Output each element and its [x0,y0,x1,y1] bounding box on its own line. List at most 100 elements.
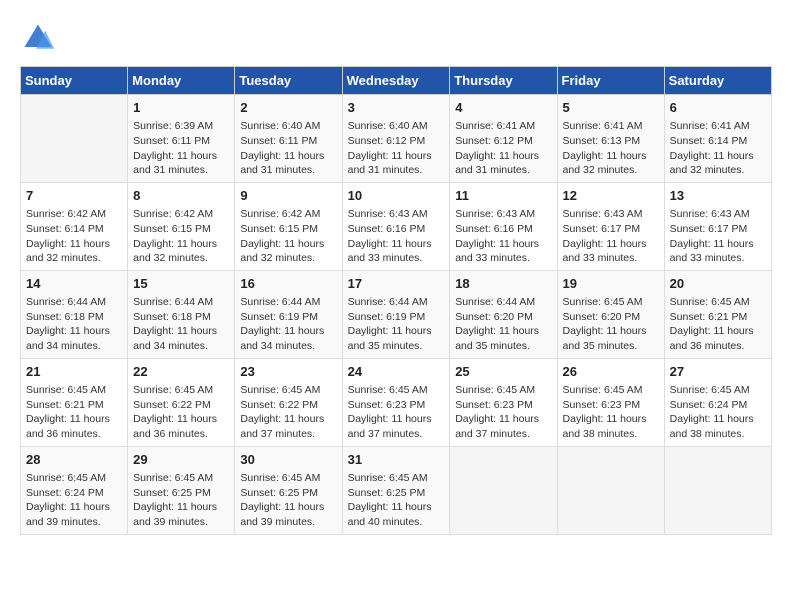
calendar-cell: 27 Sunrise: 6:45 AMSunset: 6:24 PMDayligh… [664,358,771,446]
cell-info: Sunrise: 6:39 AMSunset: 6:11 PMDaylight:… [133,119,229,178]
calendar-cell: 6 Sunrise: 6:41 AMSunset: 6:14 PMDaylight… [664,95,771,183]
day-number: 27 [670,363,766,381]
day-number: 23 [240,363,336,381]
cell-info: Sunrise: 6:44 AMSunset: 6:19 PMDaylight:… [348,295,445,354]
cell-info: Sunrise: 6:43 AMSunset: 6:16 PMDaylight:… [455,207,551,266]
cell-info: Sunrise: 6:45 AMSunset: 6:25 PMDaylight:… [133,471,229,530]
cell-info: Sunrise: 6:44 AMSunset: 6:20 PMDaylight:… [455,295,551,354]
cell-info: Sunrise: 6:45 AMSunset: 6:24 PMDaylight:… [26,471,122,530]
column-header-saturday: Saturday [664,67,771,95]
calendar-cell: 1 Sunrise: 6:39 AMSunset: 6:11 PMDaylight… [128,95,235,183]
calendar-week-row: 21 Sunrise: 6:45 AMSunset: 6:21 PMDayligh… [21,358,772,446]
cell-info: Sunrise: 6:45 AMSunset: 6:22 PMDaylight:… [240,383,336,442]
calendar-cell: 17Sunrise: 6:44 AMSunset: 6:19 PMDayligh… [342,270,450,358]
calendar-table: SundayMondayTuesdayWednesdayThursdayFrid… [20,66,772,535]
day-number: 20 [670,275,766,293]
day-number: 21 [26,363,122,381]
calendar-cell: 4Sunrise: 6:41 AMSunset: 6:12 PMDaylight… [450,95,557,183]
cell-info: Sunrise: 6:45 AMSunset: 6:25 PMDaylight:… [240,471,336,530]
day-number: 25 [455,363,551,381]
cell-info: Sunrise: 6:42 AMSunset: 6:15 PMDaylight:… [133,207,229,266]
calendar-cell: 25 Sunrise: 6:45 AMSunset: 6:23 PMDayligh… [450,358,557,446]
calendar-cell [450,446,557,534]
calendar-cell: 7 Sunrise: 6:42 AMSunset: 6:14 PMDaylight… [21,182,128,270]
calendar-cell: 12 Sunrise: 6:43 AMSunset: 6:17 PMDayligh… [557,182,664,270]
calendar-header-row: SundayMondayTuesdayWednesdayThursdayFrid… [21,67,772,95]
calendar-cell: 20 Sunrise: 6:45 AMSunset: 6:21 PMDayligh… [664,270,771,358]
calendar-cell: 2 Sunrise: 6:40 AMSunset: 6:11 PMDaylight… [235,95,342,183]
day-number: 1 [133,99,229,117]
calendar-cell: 16 Sunrise: 6:44 AMSunset: 6:19 PMDayligh… [235,270,342,358]
calendar-cell: 26Sunrise: 6:45 AMSunset: 6:23 PMDayligh… [557,358,664,446]
cell-info: Sunrise: 6:45 AMSunset: 6:24 PMDaylight:… [670,383,766,442]
calendar-week-row: 7 Sunrise: 6:42 AMSunset: 6:14 PMDaylight… [21,182,772,270]
cell-info: Sunrise: 6:45 AMSunset: 6:21 PMDaylight:… [26,383,122,442]
calendar-cell: 5Sunrise: 6:41 AMSunset: 6:13 PMDaylight… [557,95,664,183]
day-number: 12 [563,187,659,205]
cell-info: Sunrise: 6:41 AMSunset: 6:14 PMDaylight:… [670,119,766,178]
day-number: 22 [133,363,229,381]
column-header-wednesday: Wednesday [342,67,450,95]
day-number: 5 [563,99,659,117]
cell-info: Sunrise: 6:45 AMSunset: 6:21 PMDaylight:… [670,295,766,354]
day-number: 18 [455,275,551,293]
cell-info: Sunrise: 6:45 AMSunset: 6:23 PMDaylight:… [455,383,551,442]
column-header-sunday: Sunday [21,67,128,95]
cell-info: Sunrise: 6:44 AMSunset: 6:18 PMDaylight:… [133,295,229,354]
cell-info: Sunrise: 6:42 AMSunset: 6:14 PMDaylight:… [26,207,122,266]
day-number: 11 [455,187,551,205]
column-header-friday: Friday [557,67,664,95]
cell-info: Sunrise: 6:45 AMSunset: 6:23 PMDaylight:… [348,383,445,442]
day-number: 26 [563,363,659,381]
calendar-cell: 15Sunrise: 6:44 AMSunset: 6:18 PMDayligh… [128,270,235,358]
cell-info: Sunrise: 6:44 AMSunset: 6:19 PMDaylight:… [240,295,336,354]
logo [20,20,62,56]
cell-info: Sunrise: 6:40 AMSunset: 6:12 PMDaylight:… [348,119,445,178]
calendar-cell: 22 Sunrise: 6:45 AMSunset: 6:22 PMDayligh… [128,358,235,446]
calendar-cell: 28 Sunrise: 6:45 AMSunset: 6:24 PMDayligh… [21,446,128,534]
column-header-tuesday: Tuesday [235,67,342,95]
calendar-cell [21,95,128,183]
cell-info: Sunrise: 6:45 AMSunset: 6:22 PMDaylight:… [133,383,229,442]
cell-info: Sunrise: 6:40 AMSunset: 6:11 PMDaylight:… [240,119,336,178]
day-number: 14 [26,275,122,293]
day-number: 2 [240,99,336,117]
day-number: 8 [133,187,229,205]
day-number: 13 [670,187,766,205]
logo-icon [20,20,56,56]
day-number: 28 [26,451,122,469]
day-number: 16 [240,275,336,293]
calendar-cell [557,446,664,534]
cell-info: Sunrise: 6:42 AMSunset: 6:15 PMDaylight:… [240,207,336,266]
calendar-week-row: 28 Sunrise: 6:45 AMSunset: 6:24 PMDayligh… [21,446,772,534]
day-number: 30 [240,451,336,469]
page-header [20,20,772,56]
calendar-cell [664,446,771,534]
calendar-cell: 11 Sunrise: 6:43 AMSunset: 6:16 PMDayligh… [450,182,557,270]
calendar-cell: 3Sunrise: 6:40 AMSunset: 6:12 PMDaylight… [342,95,450,183]
calendar-cell: 23 Sunrise: 6:45 AMSunset: 6:22 PMDayligh… [235,358,342,446]
day-number: 9 [240,187,336,205]
cell-info: Sunrise: 6:45 AMSunset: 6:20 PMDaylight:… [563,295,659,354]
cell-info: Sunrise: 6:43 AMSunset: 6:17 PMDaylight:… [563,207,659,266]
day-number: 10 [348,187,445,205]
cell-info: Sunrise: 6:45 AMSunset: 6:25 PMDaylight:… [348,471,445,530]
calendar-cell: 19 Sunrise: 6:45 AMSunset: 6:20 PMDayligh… [557,270,664,358]
calendar-cell: 13Sunrise: 6:43 AMSunset: 6:17 PMDayligh… [664,182,771,270]
column-header-monday: Monday [128,67,235,95]
calendar-cell: 29 Sunrise: 6:45 AMSunset: 6:25 PMDayligh… [128,446,235,534]
day-number: 6 [670,99,766,117]
calendar-week-row: 1 Sunrise: 6:39 AMSunset: 6:11 PMDaylight… [21,95,772,183]
day-number: 7 [26,187,122,205]
cell-info: Sunrise: 6:43 AMSunset: 6:16 PMDaylight:… [348,207,445,266]
calendar-cell: 21 Sunrise: 6:45 AMSunset: 6:21 PMDayligh… [21,358,128,446]
column-header-thursday: Thursday [450,67,557,95]
day-number: 31 [348,451,445,469]
calendar-cell: 9 Sunrise: 6:42 AMSunset: 6:15 PMDaylight… [235,182,342,270]
day-number: 19 [563,275,659,293]
cell-info: Sunrise: 6:44 AMSunset: 6:18 PMDaylight:… [26,295,122,354]
day-number: 29 [133,451,229,469]
calendar-cell: 18 Sunrise: 6:44 AMSunset: 6:20 PMDayligh… [450,270,557,358]
calendar-cell: 10 Sunrise: 6:43 AMSunset: 6:16 PMDayligh… [342,182,450,270]
cell-info: Sunrise: 6:41 AMSunset: 6:12 PMDaylight:… [455,119,551,178]
